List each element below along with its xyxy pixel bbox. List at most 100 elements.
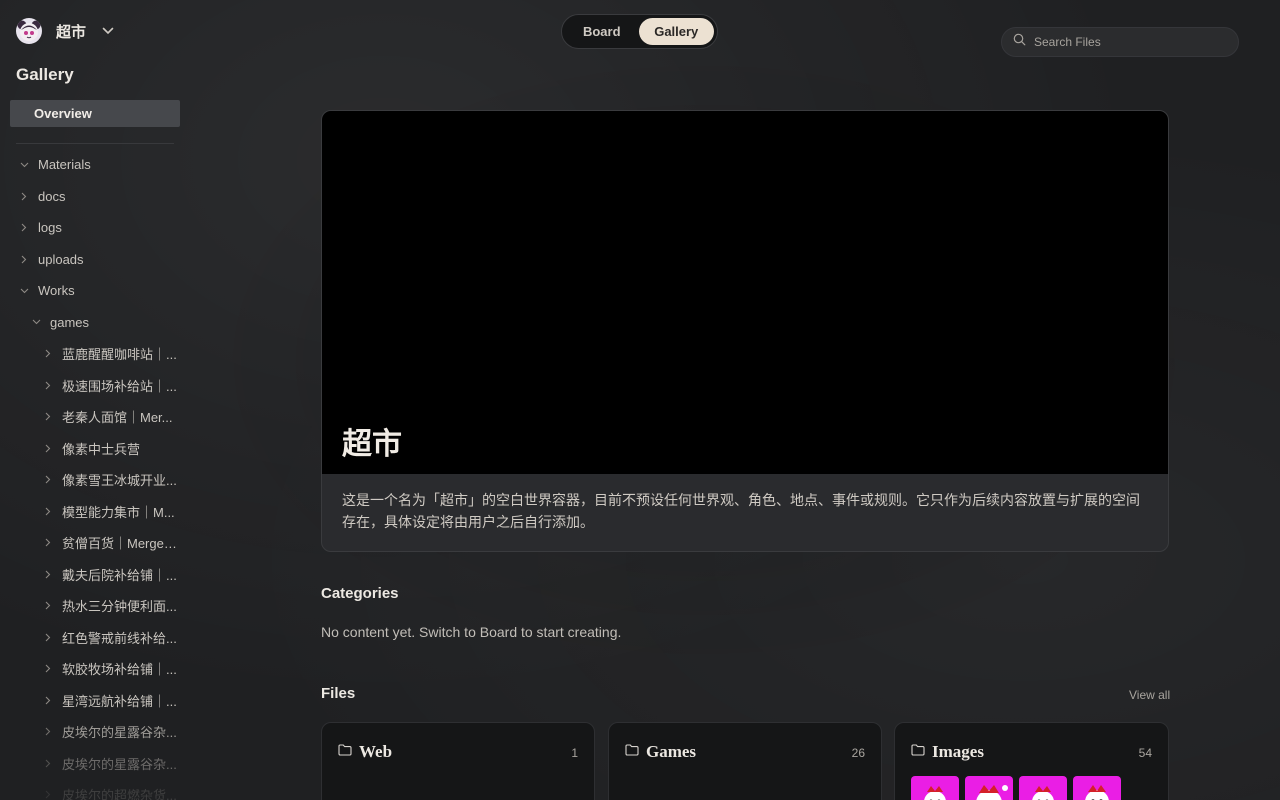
file-tree: Materials docs logs uploads Works games … — [0, 149, 190, 800]
tree-item-game[interactable]: 老秦人面馆｜Mer... — [0, 401, 190, 433]
file-card-title: Images — [932, 742, 984, 761]
sidebar-title: Gallery — [16, 65, 74, 84]
tree-item-game[interactable]: 贫僧百货｜Merge ... — [0, 527, 190, 559]
chevron-right-icon — [42, 538, 54, 547]
chevron-right-icon — [18, 255, 30, 264]
image-thumbnail[interactable] — [1073, 776, 1121, 800]
folder-icon — [338, 743, 352, 761]
tree-item-game[interactable]: 软胶牧场补给铺｜... — [0, 653, 190, 685]
file-card-header: Images — [911, 742, 984, 762]
image-thumbnail[interactable] — [1019, 776, 1067, 800]
search-input[interactable] — [1034, 35, 1224, 49]
tree-item-game[interactable]: 热水三分钟便利面... — [0, 590, 190, 622]
tree-item-game[interactable]: 像素雪王冰城开业... — [0, 464, 190, 496]
tree-item-game[interactable]: 极速围场补给站｜... — [0, 370, 190, 402]
tree-item-game[interactable]: 模型能力集市｜M... — [0, 496, 190, 528]
tree-item-label: 蓝鹿醒醒咖啡站｜... — [62, 347, 177, 363]
tree-item-label: Works — [38, 283, 75, 299]
tree-item-label: 模型能力集市｜M... — [62, 504, 175, 520]
chevron-right-icon — [42, 349, 54, 358]
board-tab[interactable]: Board — [565, 18, 639, 45]
chevron-right-icon — [42, 727, 54, 736]
sidebar: 超市 Gallery Overview Materials docs logs … — [0, 0, 190, 800]
image-thumbnails — [911, 776, 1121, 800]
tree-item-game[interactable]: 皮埃尔的星露谷杂... — [0, 748, 190, 780]
tree-item-uploads[interactable]: uploads — [0, 244, 190, 276]
avatar — [16, 18, 42, 44]
tree-item-label: 软胶牧场补给铺｜... — [62, 662, 177, 678]
chevron-right-icon — [18, 223, 30, 232]
tree-item-game[interactable]: 星湾远航补给铺｜... — [0, 685, 190, 717]
tree-item-logs[interactable]: logs — [0, 212, 190, 244]
workspace-switcher[interactable]: 超市 — [16, 18, 114, 44]
tree-item-materials[interactable]: Materials — [0, 149, 190, 181]
file-card-title: Web — [359, 742, 393, 761]
chevron-right-icon — [42, 633, 54, 642]
tree-item-label: 像素中士兵营 — [62, 441, 141, 457]
file-card-count: 54 — [1138, 746, 1152, 760]
chevron-down-icon — [18, 288, 30, 294]
tree-item-label: 极速围场补给站｜... — [62, 378, 177, 394]
chevron-down-icon — [18, 162, 30, 168]
hero-description: 这是一个名为「超市」的空白世界容器，目前不预设任何世界观、角色、地点、事件或规则… — [342, 492, 1140, 530]
tree-item-label: 星湾远航补给铺｜... — [62, 693, 177, 709]
tree-item-game[interactable]: 红色警戒前线补给... — [0, 622, 190, 654]
tree-item-label: 红色警戒前线补给... — [62, 630, 177, 646]
tree-item-label: docs — [38, 188, 66, 204]
tree-item-label: 皮埃尔的超燃杂货... — [62, 788, 177, 800]
chevron-right-icon — [42, 444, 54, 453]
chevron-right-icon — [42, 475, 54, 484]
view-all-link[interactable]: View all — [1129, 688, 1170, 702]
chevron-right-icon — [42, 507, 54, 516]
chevron-right-icon — [42, 412, 54, 421]
image-thumbnail[interactable] — [911, 776, 959, 800]
folder-icon — [625, 743, 639, 761]
tree-item-game[interactable]: 蓝鹿醒醒咖啡站｜... — [0, 338, 190, 370]
chevron-right-icon — [42, 759, 54, 768]
chevron-down-icon — [30, 319, 42, 325]
tree-item-label: logs — [38, 220, 62, 236]
tree-item-label: 戴夫后院补给铺｜... — [62, 567, 177, 583]
chevron-right-icon — [42, 696, 54, 705]
chevron-right-icon — [42, 790, 54, 799]
file-card-count: 1 — [571, 746, 578, 760]
overview-button[interactable]: Overview — [10, 100, 180, 127]
chevron-right-icon — [42, 664, 54, 673]
tree-item-works[interactable]: Works — [0, 275, 190, 307]
tree-item-label: 像素雪王冰城开业... — [62, 473, 177, 489]
tree-item-game[interactable]: 像素中士兵营 — [0, 433, 190, 465]
workspace-name: 超市 — [56, 23, 87, 41]
sidebar-divider — [16, 143, 174, 144]
file-card-title: Games — [646, 742, 697, 761]
search-box — [1001, 27, 1239, 57]
tree-item-label: 皮埃尔的星露谷杂... — [62, 756, 177, 772]
chevron-right-icon — [42, 381, 54, 390]
gallery-tab[interactable]: Gallery — [638, 18, 714, 45]
tree-item-game[interactable]: 皮埃尔的超燃杂货... — [0, 779, 190, 800]
file-card-header: Games — [625, 742, 696, 762]
tree-item-game[interactable]: 戴夫后院补给铺｜... — [0, 559, 190, 591]
tree-item-games[interactable]: games — [0, 307, 190, 339]
image-thumbnail[interactable] — [965, 776, 1013, 800]
chevron-down-icon[interactable] — [102, 27, 114, 35]
tree-item-docs[interactable]: docs — [0, 181, 190, 213]
tree-item-label: Materials — [38, 157, 91, 173]
tree-item-label: uploads — [38, 251, 84, 267]
file-card-games[interactable]: Games 26 — [608, 722, 882, 800]
search-icon — [1013, 33, 1026, 51]
tree-item-label: 皮埃尔的星露谷杂... — [62, 725, 177, 741]
files-title: Files — [321, 685, 356, 702]
categories-title: Categories — [321, 585, 399, 602]
chevron-right-icon — [42, 601, 54, 610]
file-card-web[interactable]: Web 1 — [321, 722, 595, 800]
hero-cover-image — [322, 111, 1168, 474]
tree-item-label: 热水三分钟便利面... — [62, 599, 177, 615]
tree-item-game[interactable]: 皮埃尔的星露谷杂... — [0, 716, 190, 748]
file-card-header: Web — [338, 742, 392, 762]
chevron-right-icon — [18, 192, 30, 201]
view-toggle: Board Gallery — [561, 14, 718, 49]
tree-item-label: games — [50, 314, 90, 330]
tree-item-label: 老秦人面馆｜Mer... — [62, 410, 173, 426]
chevron-right-icon — [42, 570, 54, 579]
file-card-images[interactable]: Images 54 — [894, 722, 1169, 800]
